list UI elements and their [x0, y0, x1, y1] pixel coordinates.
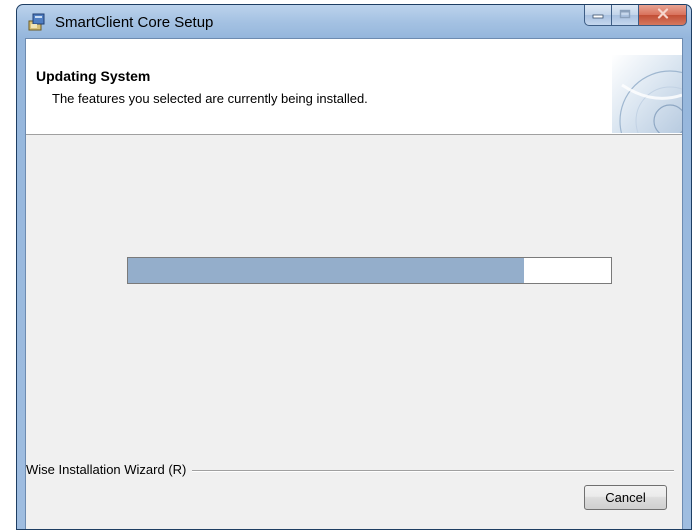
title-bar[interactable]: SmartClient Core Setup	[17, 5, 691, 38]
dialog-client-area: Updating System The features you selecte…	[25, 38, 683, 529]
wizard-brand-label: Wise Installation Wizard (R)	[26, 462, 193, 477]
dialog-header: Updating System The features you selecte…	[26, 39, 682, 172]
minimize-button[interactable]	[584, 5, 612, 26]
cancel-button[interactable]: Cancel	[584, 485, 667, 510]
install-progress-bar	[127, 257, 612, 284]
page-title: Updating System	[36, 68, 151, 84]
maximize-icon	[619, 6, 631, 24]
cd-disc-graphic	[612, 55, 682, 172]
progress-fill	[128, 258, 525, 283]
caption-buttons	[584, 5, 687, 27]
installer-icon	[27, 12, 47, 32]
page-subtitle: The features you selected are currently …	[52, 91, 368, 106]
branding-separator: Wise Installation Wizard (R)	[26, 460, 682, 480]
window-title: SmartClient Core Setup	[55, 14, 214, 31]
maximize-button[interactable]	[612, 5, 639, 26]
close-icon	[657, 6, 669, 24]
setup-window: SmartClient Core Setup Updating System T…	[16, 4, 692, 530]
close-button[interactable]	[639, 5, 687, 26]
minimize-icon	[592, 6, 604, 24]
